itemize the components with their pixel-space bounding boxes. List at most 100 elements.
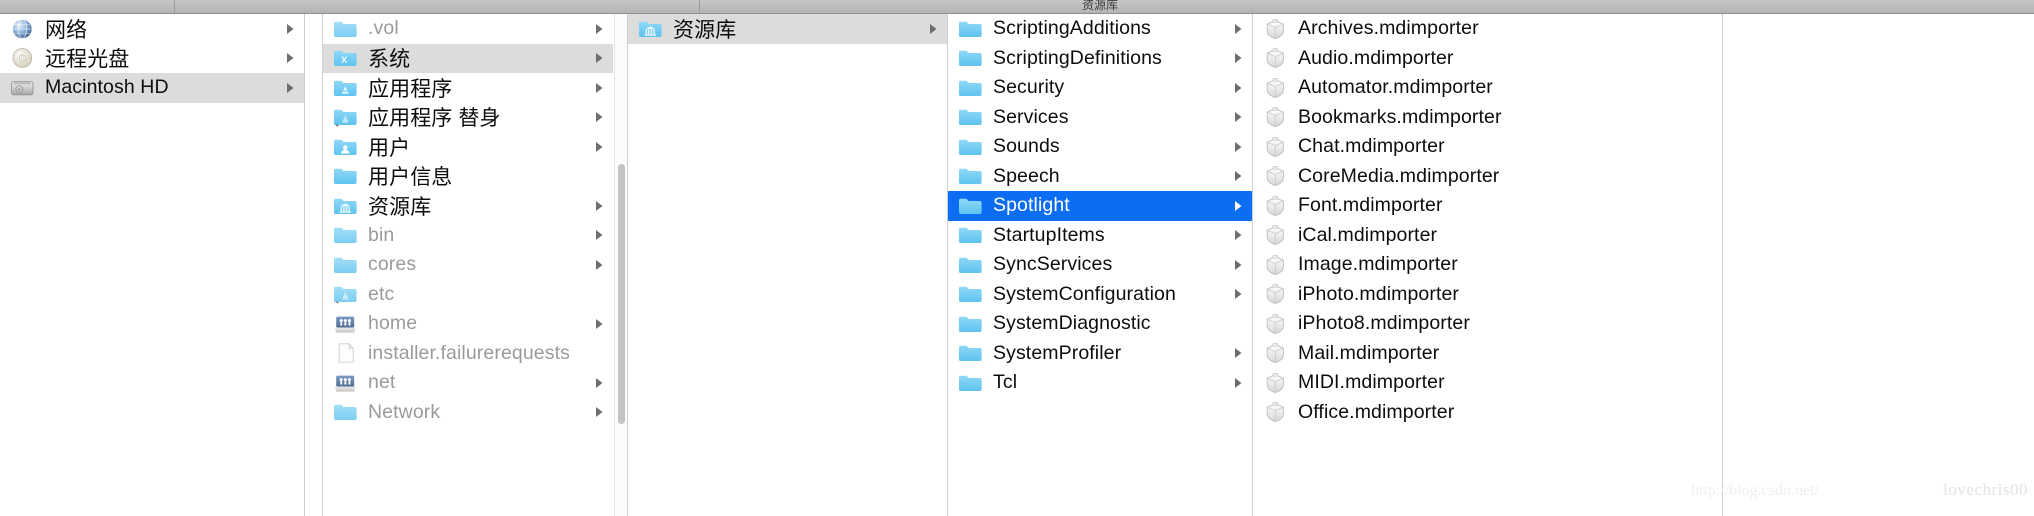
column-item[interactable]: Tcl: [948, 368, 1252, 398]
column-item[interactable]: SystemDiagnostic: [948, 309, 1252, 339]
column-item[interactable]: Chat.mdimporter: [1253, 132, 1722, 162]
bundle-icon: [1263, 47, 1288, 69]
column-item[interactable]: cores: [323, 250, 613, 280]
column-item[interactable]: 资源库: [628, 14, 947, 44]
bundle-icon: [1263, 401, 1288, 423]
column-item-label: Tcl: [993, 371, 1018, 394]
system-column: 资源库: [628, 14, 948, 516]
folder-plain-icon: [333, 18, 358, 40]
column-item[interactable]: Security: [948, 73, 1252, 103]
disclosure-chevron-icon: [1700, 257, 1716, 273]
disclosure-chevron-icon: [591, 168, 607, 184]
disc-icon: [10, 47, 35, 69]
column-item-label: Font.mdimporter: [1298, 194, 1443, 217]
column-item[interactable]: 资源库: [323, 191, 613, 221]
column-item-label: Mail.mdimporter: [1298, 341, 1440, 364]
disclosure-chevron-icon: [591, 80, 607, 96]
column-item[interactable]: Bookmarks.mdimporter: [1253, 103, 1722, 133]
disclosure-chevron-icon: [1700, 375, 1716, 391]
column-item[interactable]: 网络: [0, 14, 304, 44]
column-item[interactable]: net: [323, 368, 613, 398]
folder-plain-icon: [333, 401, 358, 423]
disclosure-chevron-icon: [1230, 139, 1246, 155]
folder-plain-icon: [958, 224, 983, 246]
folder-plain-icon: [333, 165, 358, 187]
column-item-label: StartupItems: [993, 223, 1105, 246]
column-item-list: 资源库: [628, 14, 947, 44]
bundle-icon: [1263, 165, 1288, 187]
column-item-label: Automator.mdimporter: [1298, 76, 1493, 99]
column-item[interactable]: iPhoto.mdimporter: [1253, 280, 1722, 310]
window-toolbar: 资源库: [0, 0, 2034, 14]
column-item[interactable]: 远程光盘: [0, 44, 304, 74]
column-item[interactable]: MIDI.mdimporter: [1253, 368, 1722, 398]
column-item-list: 网络远程光盘 Macintosh HD: [0, 14, 304, 103]
column-item[interactable]: home: [323, 309, 613, 339]
disclosure-chevron-icon: [1230, 21, 1246, 37]
bundle-icon: [1263, 195, 1288, 217]
devices-column: 网络远程光盘 Macintosh HD: [0, 14, 305, 516]
column-item[interactable]: Archives.mdimporter: [1253, 14, 1722, 44]
column-item-label: Office.mdimporter: [1298, 400, 1455, 423]
column-item-label: Audio.mdimporter: [1298, 46, 1454, 69]
column-item[interactable]: Mail.mdimporter: [1253, 339, 1722, 369]
folder-plain-icon: [958, 136, 983, 158]
column-item[interactable]: etc: [323, 280, 613, 310]
disclosure-chevron-icon: [1700, 286, 1716, 302]
bundle-icon: [1263, 224, 1288, 246]
column-item[interactable]: iPhoto8.mdimporter: [1253, 309, 1722, 339]
disclosure-chevron-icon: [591, 50, 607, 66]
column-item[interactable]: Spotlight: [948, 191, 1252, 221]
folder-alias-icon: [333, 283, 358, 305]
column-scrollbar[interactable]: [614, 14, 627, 516]
column-item[interactable]: Macintosh HD: [0, 73, 304, 103]
library-column: ScriptingAdditions ScriptingDefinitions Se…: [948, 14, 1253, 516]
column-item-label: Image.mdimporter: [1298, 253, 1458, 276]
column-item-label: Chat.mdimporter: [1298, 135, 1445, 158]
scrollbar-thumb[interactable]: [618, 164, 625, 424]
column-item[interactable]: Image.mdimporter: [1253, 250, 1722, 280]
column-item-label: Spotlight: [993, 194, 1070, 217]
column-item[interactable]: bin: [323, 221, 613, 251]
column-item-label: SystemConfiguration: [993, 282, 1176, 305]
column-item[interactable]: SyncServices: [948, 250, 1252, 280]
folder-plain-icon: [958, 283, 983, 305]
column-item[interactable]: 应用程序 替身: [323, 103, 613, 133]
column-item-label: 资源库: [673, 18, 737, 42]
column-item[interactable]: 应用程序: [323, 73, 613, 103]
column-item[interactable]: X 系统: [323, 43, 613, 73]
column-item[interactable]: Network: [323, 398, 613, 428]
column-item-label: ScriptingAdditions: [993, 17, 1151, 40]
column-item[interactable]: Services: [948, 103, 1252, 133]
disclosure-chevron-icon: [1700, 345, 1716, 361]
disclosure-chevron-icon: [1230, 286, 1246, 302]
column-item-label: 网络: [45, 18, 88, 42]
disclosure-chevron-icon: [591, 21, 607, 37]
column-item[interactable]: installer.failurerequests: [323, 339, 613, 369]
column-item[interactable]: Sounds: [948, 132, 1252, 162]
column-item[interactable]: Automator.mdimporter: [1253, 73, 1722, 103]
disclosure-chevron-icon: [591, 109, 607, 125]
window-title: 资源库: [1082, 0, 1119, 12]
column-item-label: cores: [368, 253, 417, 276]
column-item[interactable]: ScriptingAdditions: [948, 14, 1252, 44]
folder-library-icon: [333, 195, 358, 217]
column-item[interactable]: Audio.mdimporter: [1253, 44, 1722, 74]
folder-plain-icon: [958, 77, 983, 99]
disclosure-chevron-icon: [1230, 257, 1246, 273]
folder-plain-icon: [958, 342, 983, 364]
column-item[interactable]: iCal.mdimporter: [1253, 221, 1722, 251]
column-item[interactable]: Office.mdimporter: [1253, 398, 1722, 428]
column-item[interactable]: SystemProfiler: [948, 339, 1252, 369]
column-item[interactable]: ScriptingDefinitions: [948, 44, 1252, 74]
column-item[interactable]: StartupItems: [948, 221, 1252, 251]
column-item-label: 远程光盘: [45, 48, 130, 72]
column-item[interactable]: 用户: [323, 132, 613, 162]
column-item[interactable]: 用户信息: [323, 162, 613, 192]
column-item-list: .vol X 系统 应用程序 应用程序 替身 用户 用户信息 资源库 bin cores etc ho…: [323, 14, 627, 427]
column-item[interactable]: Speech: [948, 162, 1252, 192]
column-item[interactable]: Font.mdimporter: [1253, 191, 1722, 221]
column-item[interactable]: .vol: [323, 14, 613, 44]
column-item[interactable]: CoreMedia.mdimporter: [1253, 162, 1722, 192]
column-item[interactable]: SystemConfiguration: [948, 280, 1252, 310]
